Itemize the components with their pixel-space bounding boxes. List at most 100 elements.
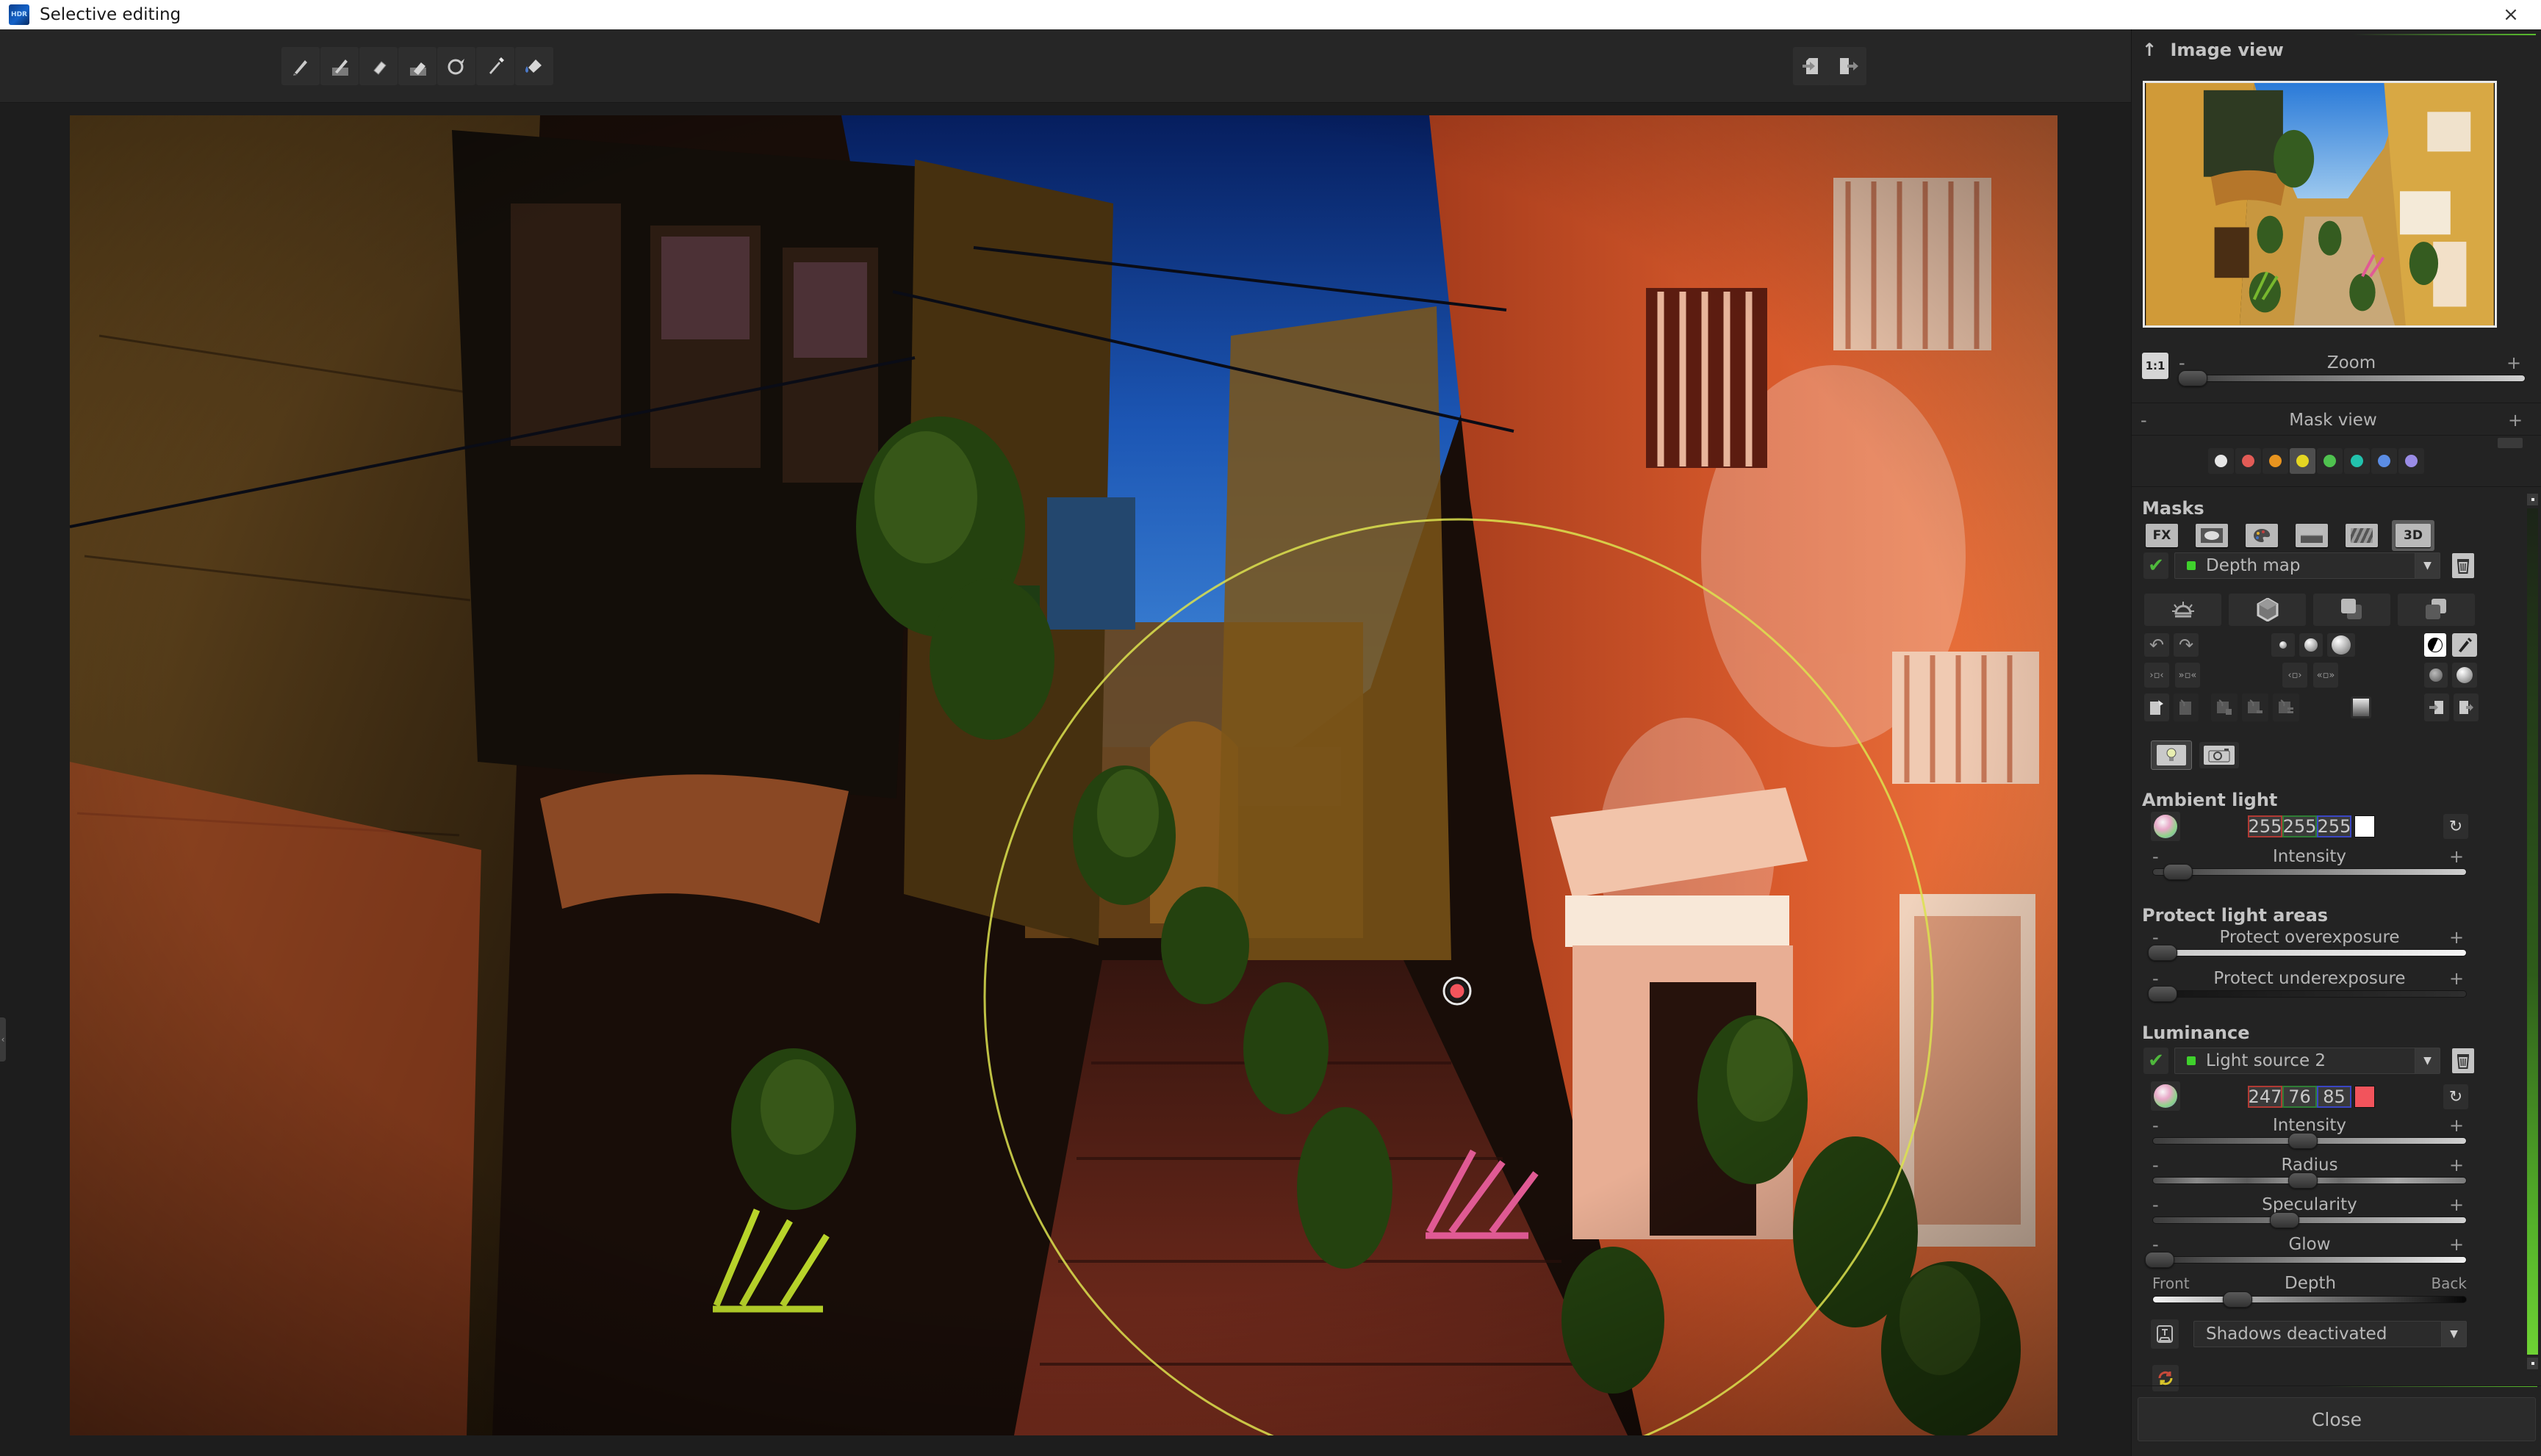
specularity-minus[interactable]: - bbox=[2152, 1194, 2170, 1215]
brush-tool-icon[interactable] bbox=[281, 47, 320, 85]
light-source-enabled-check[interactable]: ✔ bbox=[2143, 1048, 2168, 1074]
eraser-area-tool-icon[interactable] bbox=[398, 47, 436, 85]
close-button[interactable]: Close bbox=[2138, 1397, 2536, 1441]
mask-type-texture-button[interactable] bbox=[2346, 524, 2378, 547]
image-view-header[interactable]: ↑ Image view bbox=[2142, 40, 2284, 60]
zoom-slider-handle[interactable] bbox=[2178, 370, 2207, 386]
brush-area-tool-icon[interactable] bbox=[320, 47, 359, 85]
luminance-color-swatch[interactable] bbox=[2354, 1086, 2375, 1108]
undo-button[interactable]: ↶ bbox=[2144, 633, 2169, 657]
radius-plus[interactable]: + bbox=[2449, 1155, 2467, 1175]
copy-mask-button[interactable] bbox=[2144, 693, 2169, 721]
brush-size-large-button[interactable] bbox=[2327, 633, 2355, 657]
fill-mask-tool-icon[interactable] bbox=[515, 47, 553, 85]
hard-edge-button[interactable] bbox=[2452, 663, 2477, 688]
paint-mode-button[interactable] bbox=[2452, 633, 2477, 657]
import-mask-button[interactable] bbox=[2424, 693, 2449, 721]
mask-view-plus-button[interactable]: + bbox=[2508, 410, 2526, 430]
mask-type-3d-button[interactable]: 3D bbox=[2396, 524, 2431, 547]
radius-slider[interactable] bbox=[2152, 1177, 2467, 1184]
overexposure-slider[interactable] bbox=[2152, 949, 2467, 956]
paste-mask-subtract-button[interactable] bbox=[2242, 693, 2268, 721]
gradient-mask-button[interactable] bbox=[2351, 696, 2371, 718]
ambient-intensity-slider[interactable] bbox=[2152, 868, 2467, 876]
light-source-mode-button[interactable] bbox=[2151, 740, 2192, 770]
object-3d-tab[interactable] bbox=[2229, 594, 2306, 626]
luminance-color-reset-button[interactable]: ↻ bbox=[2443, 1084, 2468, 1109]
radius-handle[interactable] bbox=[2288, 1172, 2318, 1189]
light-source-marker[interactable] bbox=[1444, 978, 1470, 1004]
specularity-slider[interactable] bbox=[2152, 1217, 2467, 1224]
reset-light-button[interactable] bbox=[2152, 1365, 2179, 1391]
glow-plus[interactable]: + bbox=[2449, 1234, 2467, 1255]
lum-intensity-plus[interactable]: + bbox=[2449, 1115, 2467, 1136]
import-mask-icon[interactable] bbox=[1793, 47, 1831, 85]
shadows-dropdown[interactable]: Shadows deactivated ▼ bbox=[2193, 1321, 2467, 1347]
lum-intensity-handle[interactable] bbox=[2288, 1133, 2318, 1149]
redo-button[interactable]: ↷ bbox=[2174, 633, 2199, 657]
left-panel-collapse-handle[interactable]: ‹ bbox=[0, 1017, 6, 1062]
specularity-handle[interactable] bbox=[2270, 1212, 2299, 1228]
export-mask-button[interactable] bbox=[2454, 693, 2479, 721]
light-tab[interactable] bbox=[2144, 594, 2221, 626]
glow-handle[interactable] bbox=[2145, 1252, 2174, 1268]
depth-slider[interactable] bbox=[2152, 1296, 2467, 1303]
delete-light-source-button[interactable] bbox=[2452, 1048, 2474, 1073]
mask-enabled-check[interactable]: ✔ bbox=[2143, 552, 2168, 579]
ambient-green-field[interactable]: 255 bbox=[2282, 815, 2317, 837]
invert-mask-button[interactable] bbox=[2424, 633, 2446, 657]
ambient-color-swatch[interactable] bbox=[2354, 815, 2375, 837]
eraser-tool-icon[interactable] bbox=[359, 47, 398, 85]
mask-type-fx-button[interactable]: FX bbox=[2146, 524, 2178, 547]
ambient-intensity-plus[interactable]: + bbox=[2449, 846, 2467, 867]
contract-mask-button[interactable]: ›▫‹ bbox=[2144, 663, 2169, 688]
luminance-color-ball[interactable] bbox=[2151, 1081, 2180, 1111]
mask-view-minus-button[interactable]: - bbox=[2141, 410, 2158, 430]
zoom-1-1-button[interactable]: 1:1 bbox=[2142, 353, 2168, 379]
mask-color-blue[interactable] bbox=[2371, 448, 2397, 474]
luminance-green-field[interactable]: 76 bbox=[2282, 1086, 2317, 1108]
lum-intensity-slider[interactable] bbox=[2152, 1137, 2467, 1145]
underexposure-plus[interactable]: + bbox=[2449, 968, 2467, 989]
luminance-red-field[interactable]: 247 bbox=[2248, 1086, 2282, 1108]
zoom-plus-button[interactable]: + bbox=[2506, 353, 2524, 373]
dropdown-caret-icon[interactable]: ▼ bbox=[2415, 1048, 2440, 1073]
layers-front-tab[interactable] bbox=[2313, 594, 2390, 626]
mask-color-yellow-selected[interactable] bbox=[2290, 448, 2315, 474]
ambient-intensity-handle[interactable] bbox=[2163, 864, 2193, 880]
window-close-button[interactable]: × bbox=[2494, 0, 2528, 29]
mask-type-gradient-button[interactable] bbox=[2296, 524, 2328, 547]
scroll-up-button[interactable] bbox=[2527, 494, 2538, 505]
dropdown-caret-icon[interactable]: ▼ bbox=[2441, 1322, 2466, 1347]
ambient-color-reset-button[interactable]: ↻ bbox=[2443, 814, 2468, 839]
paste-mask-add-button[interactable] bbox=[2211, 693, 2238, 721]
edited-image-canvas[interactable] bbox=[70, 115, 2057, 1435]
scrollbar-thumb[interactable] bbox=[2527, 508, 2538, 1355]
delete-mask-button[interactable] bbox=[2452, 553, 2474, 578]
dropdown-caret-icon[interactable]: ▼ bbox=[2415, 553, 2440, 578]
brush-size-medium-button[interactable] bbox=[2299, 633, 2323, 657]
mask-color-teal[interactable] bbox=[2344, 448, 2370, 474]
underexposure-handle[interactable] bbox=[2148, 986, 2177, 1002]
soft-edge-button[interactable] bbox=[2424, 663, 2448, 688]
ambient-red-field[interactable]: 255 bbox=[2248, 815, 2282, 837]
export-mask-icon[interactable] bbox=[1828, 47, 1866, 85]
color-picker-tool-icon[interactable] bbox=[476, 47, 514, 85]
zoom-slider[interactable] bbox=[2182, 375, 2526, 382]
image-preview-thumbnail[interactable] bbox=[2143, 81, 2497, 328]
brush-size-small-button[interactable] bbox=[2271, 633, 2295, 657]
expand-mask-button[interactable]: ‹▫› bbox=[2282, 663, 2307, 688]
camera-mode-button[interactable] bbox=[2199, 742, 2239, 768]
mask-type-vignette-button[interactable] bbox=[2196, 524, 2228, 547]
contract-mask-strong-button[interactable]: »▫« bbox=[2175, 663, 2200, 688]
mask-type-palette-button[interactable] bbox=[2246, 524, 2278, 547]
radial-gradient-tool-icon[interactable] bbox=[437, 47, 475, 85]
mask-color-red[interactable] bbox=[2235, 448, 2261, 474]
luminance-blue-field[interactable]: 85 bbox=[2317, 1086, 2351, 1108]
specularity-plus[interactable]: + bbox=[2449, 1194, 2467, 1215]
mask-color-orange[interactable] bbox=[2263, 448, 2288, 474]
lum-intensity-minus[interactable]: - bbox=[2152, 1115, 2170, 1136]
mask-select-dropdown[interactable]: Depth map ▼ bbox=[2174, 552, 2440, 579]
paste-mask-button[interactable] bbox=[2174, 693, 2199, 721]
underexposure-slider[interactable] bbox=[2152, 990, 2467, 998]
